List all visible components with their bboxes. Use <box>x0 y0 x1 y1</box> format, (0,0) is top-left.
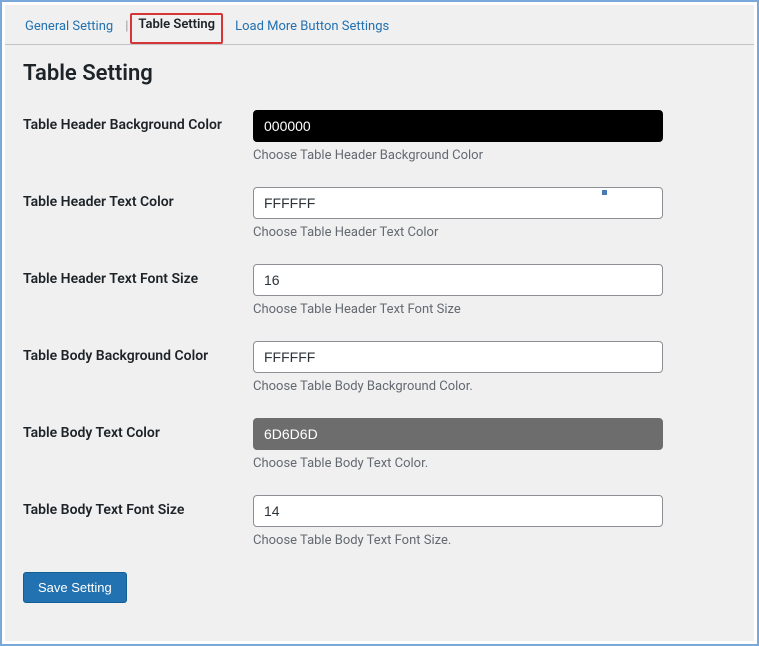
help-header-font: Choose Table Header Text Font Size <box>253 302 663 317</box>
input-header-bg-color[interactable] <box>253 110 663 142</box>
input-body-text-color[interactable] <box>253 418 663 450</box>
row-body-font: Table Body Text Font Size Choose Table B… <box>23 495 736 548</box>
row-header-bg: Table Header Background Color Choose Tab… <box>23 110 736 163</box>
content-area: Table Setting Table Header Background Co… <box>5 45 754 619</box>
row-body-bg: Table Body Background Color Choose Table… <box>23 341 736 394</box>
input-header-font-size[interactable] <box>253 264 663 296</box>
save-button[interactable]: Save Setting <box>23 572 127 603</box>
tab-load-more[interactable]: Load More Button Settings <box>227 15 397 44</box>
row-body-text: Table Body Text Color Choose Table Body … <box>23 418 736 471</box>
label-header-font: Table Header Text Font Size <box>23 264 253 289</box>
window-frame: General Setting | Table Setting Load Mor… <box>0 0 759 646</box>
row-header-text: Table Header Text Color Choose Table Hea… <box>23 187 736 240</box>
label-body-bg: Table Body Background Color <box>23 341 253 366</box>
help-body-bg: Choose Table Body Background Color. <box>253 379 663 394</box>
tab-table-setting[interactable]: Table Setting <box>130 13 223 44</box>
help-body-font: Choose Table Body Text Font Size. <box>253 533 663 548</box>
settings-panel: General Setting | Table Setting Load Mor… <box>5 5 754 641</box>
help-body-text: Choose Table Body Text Color. <box>253 456 663 471</box>
tabs-nav: General Setting | Table Setting Load Mor… <box>5 5 754 45</box>
page-title: Table Setting <box>23 61 736 86</box>
tab-general[interactable]: General Setting <box>17 15 121 44</box>
input-body-bg-color[interactable] <box>253 341 663 373</box>
label-body-text: Table Body Text Color <box>23 418 253 443</box>
label-header-text: Table Header Text Color <box>23 187 253 212</box>
help-header-text: Choose Table Header Text Color <box>253 225 663 240</box>
label-header-bg: Table Header Background Color <box>23 110 253 135</box>
label-body-font: Table Body Text Font Size <box>23 495 253 520</box>
help-header-bg: Choose Table Header Background Color <box>253 148 663 163</box>
row-header-font: Table Header Text Font Size Choose Table… <box>23 264 736 317</box>
cursor-indicator <box>602 190 607 195</box>
input-body-font-size[interactable] <box>253 495 663 527</box>
